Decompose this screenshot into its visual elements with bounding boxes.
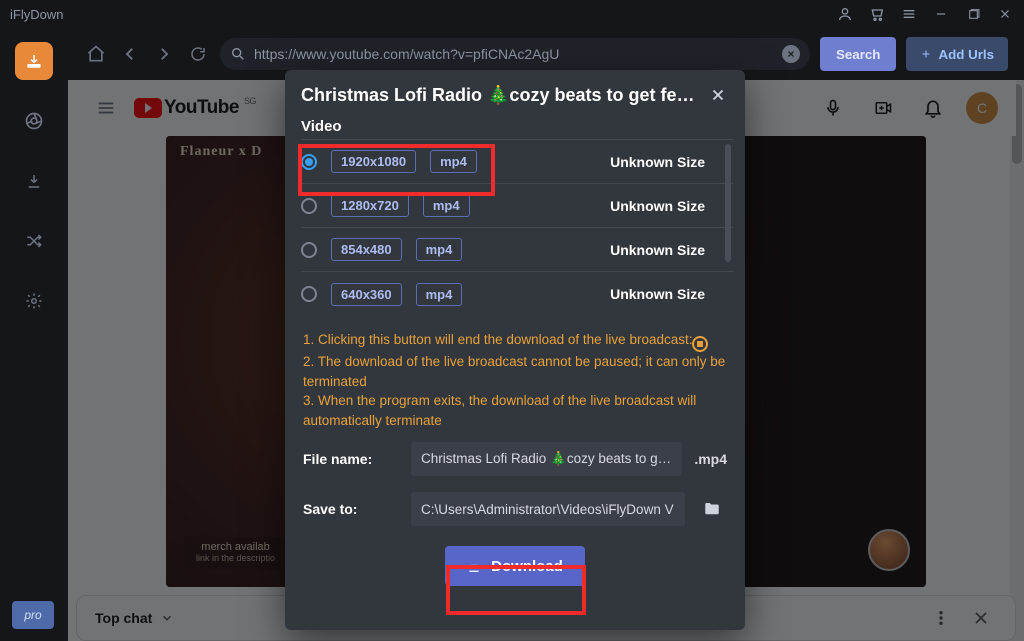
download-button-label: Download [491,558,563,575]
format-chip: mp4 [416,238,463,261]
clear-url-icon[interactable] [782,45,800,63]
options-scrollbar[interactable] [725,144,731,262]
video-option-row[interactable]: 640x360 mp4 Unknown Size [301,272,733,316]
option-size: Unknown Size [610,242,705,258]
saveto-input[interactable] [411,492,685,526]
download-modal: Christmas Lofi Radio 🎄cozy beats to get … [285,70,745,630]
option-size: Unknown Size [610,154,705,170]
sidebar-downloader-button[interactable] [15,42,53,80]
nav-back-icon[interactable] [118,42,142,66]
saveto-row: Save to: [285,484,745,534]
add-urls-label: Add Urls [938,47,994,62]
window-minimize-icon[interactable] [932,5,950,23]
format-chip: mp4 [423,194,470,217]
url-input[interactable] [254,46,774,62]
user-account-icon[interactable] [836,5,854,23]
format-chip: mp4 [416,283,463,306]
home-icon[interactable] [84,42,108,66]
browse-folder-icon[interactable] [697,494,727,524]
resolution-chip: 854x480 [331,238,402,261]
video-option-row[interactable]: 1280x720 mp4 Unknown Size [301,184,733,228]
video-options-list: 1920x1080 mp4 Unknown Size 1280x720 mp4 … [301,139,733,316]
window-close-icon[interactable] [996,5,1014,23]
filename-row: File name: .mp4 [285,434,745,484]
sidebar-shuffle-button[interactable] [15,222,53,260]
resolution-chip: 640x360 [331,283,402,306]
section-video-label: Video [285,112,745,139]
stop-icon [692,336,708,352]
note-line-3: 3. When the program exits, the download … [303,393,696,428]
sidebar-downloads-button[interactable] [15,162,53,200]
resolution-chip: 1920x1080 [331,150,416,173]
search-icon [230,46,246,62]
saveto-label: Save to: [303,501,399,517]
video-option-row[interactable]: 854x480 mp4 Unknown Size [301,228,733,272]
filename-label: File name: [303,451,399,467]
app-titlebar: iFlyDown [0,0,1024,28]
modal-title: Christmas Lofi Radio 🎄cozy beats to get … [301,85,697,106]
reload-icon[interactable] [186,42,210,66]
pro-badge[interactable]: pro [12,601,54,629]
cart-icon[interactable] [868,5,886,23]
download-button[interactable]: Download [445,546,585,586]
option-size: Unknown Size [610,198,705,214]
app-name: iFlyDown [10,7,63,22]
nav-forward-icon[interactable] [152,42,176,66]
format-chip: mp4 [430,150,477,173]
download-arrow-icon [467,559,481,573]
video-option-row[interactable]: 1920x1080 mp4 Unknown Size [301,140,733,184]
option-radio[interactable] [301,242,317,258]
note-line-2: 2. The download of the live broadcast ca… [303,354,725,389]
sidebar-browser-button[interactable] [15,102,53,140]
app-sidebar: pro [0,28,68,641]
resolution-chip: 1280x720 [331,194,409,217]
filename-ext: .mp4 [694,451,727,467]
add-urls-button[interactable]: Add Urls [906,37,1008,71]
modal-close-icon[interactable] [707,84,729,106]
search-button[interactable]: Search [820,37,896,71]
main-menu-icon[interactable] [900,5,918,23]
live-broadcast-notes: 1. Clicking this button will end the dow… [285,316,745,434]
option-radio[interactable] [301,286,317,302]
option-radio[interactable] [301,198,317,214]
sidebar-settings-button[interactable] [15,282,53,320]
note-line-1: 1. Clicking this button will end the dow… [303,332,692,347]
filename-input[interactable] [411,442,682,476]
window-maximize-icon[interactable] [964,5,982,23]
option-size: Unknown Size [610,286,705,302]
url-bar[interactable] [220,38,810,70]
option-radio[interactable] [301,154,317,170]
plus-icon [920,48,932,60]
